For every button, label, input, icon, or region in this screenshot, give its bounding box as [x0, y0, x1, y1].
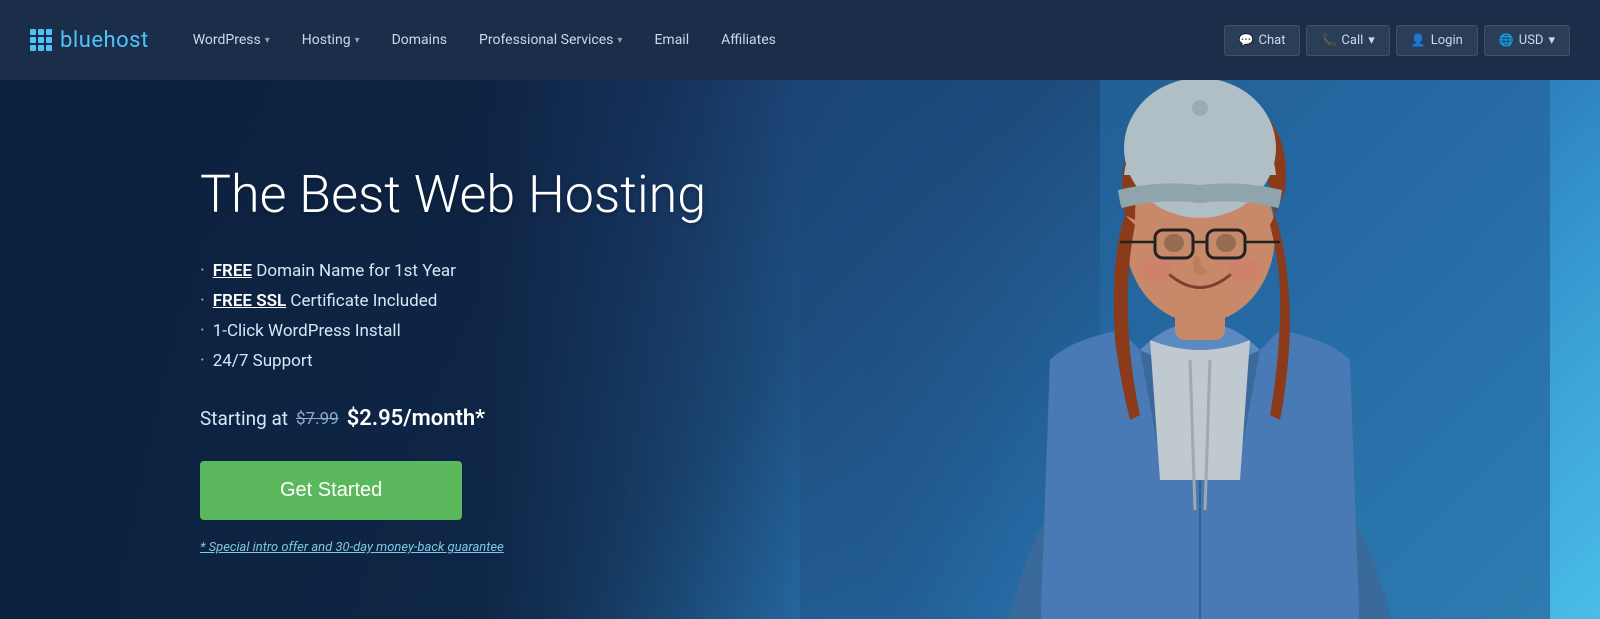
chevron-down-icon: ▾	[1368, 33, 1375, 48]
logo-text: bluehost	[60, 28, 149, 53]
logo-grid-icon	[30, 29, 52, 51]
chevron-down-icon: ▾	[617, 35, 622, 46]
header: bluehost WordPress ▾ Hosting ▾ Domains P…	[0, 0, 1600, 80]
get-started-button[interactable]: Get Started	[200, 461, 462, 520]
call-button[interactable]: 📞 Call ▾	[1306, 25, 1389, 56]
free-ssl-highlight: FREE SSL	[213, 291, 287, 311]
phone-icon: 📞	[1321, 33, 1336, 47]
hero-features: · FREE Domain Name for 1st Year · FREE S…	[200, 261, 706, 371]
header-left: bluehost WordPress ▾ Hosting ▾ Domains P…	[30, 24, 790, 56]
new-price: $2.95/month*	[347, 406, 485, 431]
chevron-down-icon: ▾	[355, 35, 360, 46]
call-label: Call	[1341, 33, 1363, 48]
feature-domain-text: Domain Name for 1st Year	[252, 261, 456, 281]
nav-item-hosting[interactable]: Hosting ▾	[288, 24, 374, 56]
nav-item-email[interactable]: Email	[640, 24, 703, 56]
feature-wordpress-text: 1-Click WordPress Install	[213, 321, 401, 341]
main-nav: WordPress ▾ Hosting ▾ Domains Profession…	[179, 24, 790, 56]
nav-label-affiliates: Affiliates	[721, 32, 776, 48]
user-icon: 👤	[1411, 33, 1426, 47]
bullet-icon: ·	[200, 292, 205, 310]
bullet-icon: ·	[200, 262, 205, 280]
logo[interactable]: bluehost	[30, 28, 149, 53]
globe-icon: 🌐	[1499, 33, 1514, 47]
nav-item-wordpress[interactable]: WordPress ▾	[179, 24, 284, 56]
pricing-label: Starting at	[200, 407, 288, 430]
hero-title: The Best Web Hosting	[200, 164, 706, 226]
pricing-section: Starting at $7.99 $2.95/month*	[200, 406, 706, 431]
nav-item-domains[interactable]: Domains	[378, 24, 461, 56]
person-illustration	[800, 80, 1550, 619]
bullet-icon: ·	[200, 352, 205, 370]
nav-label-professional-services: Professional Services	[479, 32, 613, 48]
hero-image	[700, 80, 1600, 619]
header-right: 💬 Chat 📞 Call ▾ 👤 Login 🌐 USD ▾	[1224, 25, 1570, 56]
feature-support-text: 24/7 Support	[213, 351, 313, 371]
feature-ssl-text: Certificate Included	[286, 291, 437, 311]
currency-label: USD	[1519, 33, 1544, 48]
bullet-icon: ·	[200, 322, 205, 340]
free-domain-highlight: FREE	[213, 261, 252, 281]
nav-label-wordpress: WordPress	[193, 32, 261, 48]
chat-icon: 💬	[1239, 33, 1254, 47]
old-price: $7.99	[296, 409, 339, 429]
feature-domain: · FREE Domain Name for 1st Year	[200, 261, 706, 281]
nav-item-affiliates[interactable]: Affiliates	[707, 24, 790, 56]
nav-label-email: Email	[654, 32, 689, 48]
chevron-down-icon: ▾	[1548, 33, 1555, 48]
hero-content: The Best Web Hosting · FREE Domain Name …	[0, 144, 706, 555]
feature-ssl: · FREE SSL Certificate Included	[200, 291, 706, 311]
chat-label: Chat	[1259, 33, 1286, 48]
login-button[interactable]: 👤 Login	[1396, 25, 1478, 56]
feature-wordpress: · 1-Click WordPress Install	[200, 321, 706, 341]
guarantee-link[interactable]: * Special intro offer and 30-day money-b…	[200, 540, 706, 555]
login-label: Login	[1431, 33, 1463, 48]
nav-label-domains: Domains	[392, 32, 447, 48]
nav-label-hosting: Hosting	[302, 32, 351, 48]
feature-support: · 24/7 Support	[200, 351, 706, 371]
hero-section: The Best Web Hosting · FREE Domain Name …	[0, 80, 1600, 619]
chat-button[interactable]: 💬 Chat	[1224, 25, 1301, 56]
chevron-down-icon: ▾	[265, 35, 270, 46]
nav-item-professional-services[interactable]: Professional Services ▾	[465, 24, 636, 56]
currency-button[interactable]: 🌐 USD ▾	[1484, 25, 1570, 56]
